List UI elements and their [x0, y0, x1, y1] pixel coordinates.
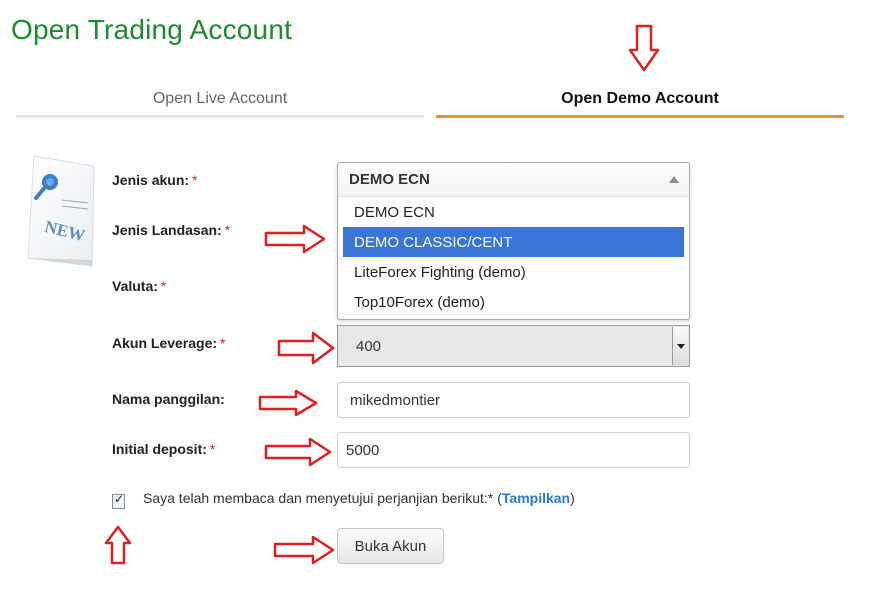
arrow-down-icon — [628, 24, 660, 72]
arrow-up-icon — [104, 525, 132, 565]
arrow-right-icon — [273, 535, 335, 565]
agreement-text: Saya telah membaca dan menyetujui perjan… — [143, 489, 494, 506]
arrow-right-icon — [264, 437, 332, 467]
arrow-right-icon — [264, 224, 326, 254]
account-type-label: Jenis akun: * — [112, 172, 198, 188]
platform-label: Jenis Landasan: * — [112, 222, 231, 238]
chevron-up-icon — [669, 176, 679, 183]
account-type-select[interactable]: DEMO ECN DEMO ECN DEMO CLASSIC/CENT Lite… — [337, 162, 690, 320]
account-type-option[interactable]: DEMO CLASSIC/CENT — [343, 227, 684, 257]
currency-label: Valuta: * — [112, 278, 167, 294]
tab-open-live-account[interactable]: Open Live Account — [16, 82, 424, 118]
account-type-option[interactable]: LiteForex Fighting (demo) — [343, 257, 684, 287]
agreement-close-paren: ) — [570, 489, 575, 506]
account-type-option[interactable]: DEMO ECN — [343, 197, 684, 227]
nickname-input[interactable] — [337, 382, 690, 418]
nickname-label: Nama panggilan: — [112, 391, 225, 407]
open-account-button[interactable]: Buka Akun — [337, 528, 444, 564]
leverage-select[interactable]: 400 — [337, 325, 690, 367]
account-type-selected[interactable]: DEMO ECN — [338, 163, 689, 197]
account-type-option[interactable]: Top10Forex (demo) — [343, 287, 684, 317]
new-sticker-icon: NEW — [27, 155, 95, 267]
agreement-checkbox[interactable] — [112, 492, 125, 509]
page-title: Open Trading Account — [11, 14, 293, 45]
tab-open-demo-account[interactable]: Open Demo Account — [436, 82, 844, 118]
show-agreement-link[interactable]: Tampilkan — [502, 490, 570, 506]
arrow-right-icon — [258, 389, 318, 417]
deposit-input[interactable] — [337, 432, 690, 468]
leverage-label: Akun Leverage: * — [112, 335, 226, 351]
agreement-row: Saya telah membaca dan menyetujui perjan… — [112, 486, 575, 509]
arrow-right-icon — [277, 331, 335, 365]
chevron-down-icon[interactable] — [672, 327, 688, 365]
deposit-label: Initial deposit: * — [112, 441, 216, 457]
